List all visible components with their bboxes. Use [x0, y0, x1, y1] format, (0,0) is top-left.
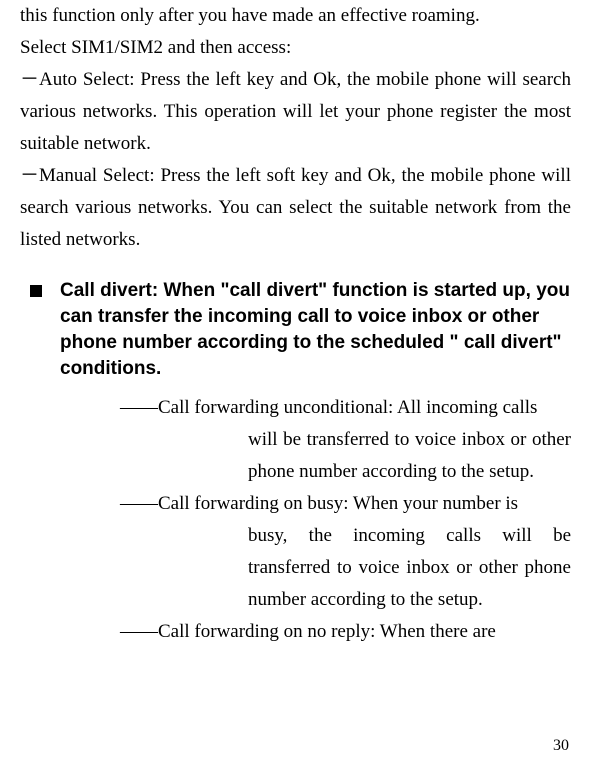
intro-line-2: Select SIM1/SIM2 and then access:: [20, 32, 571, 64]
forward-busy-line1: ――Call forwarding on busy: When your num…: [120, 488, 571, 520]
forward-busy-cont: busy, the incoming calls will be transfe…: [248, 520, 571, 616]
call-divert-heading: Call divert: When "call divert" function…: [60, 278, 571, 382]
call-divert-sublist: ――Call forwarding unconditional: All inc…: [20, 392, 571, 648]
call-divert-bullet: Call divert: When "call divert" function…: [20, 278, 571, 382]
forward-noreply-line1: ――Call forwarding on no reply: When ther…: [120, 616, 571, 648]
square-bullet-icon: [30, 285, 42, 297]
auto-select-paragraph: －Auto Select: Press the left key and Ok,…: [20, 64, 571, 160]
forward-unconditional-cont: will be transferred to voice inbox or ot…: [248, 424, 571, 488]
manual-select-paragraph: －Manual Select: Press the left soft key …: [20, 160, 571, 256]
forward-unconditional-line1: ――Call forwarding unconditional: All inc…: [120, 392, 571, 424]
page-number: 30: [553, 737, 569, 755]
intro-line-1: this function only after you have made a…: [20, 0, 571, 32]
